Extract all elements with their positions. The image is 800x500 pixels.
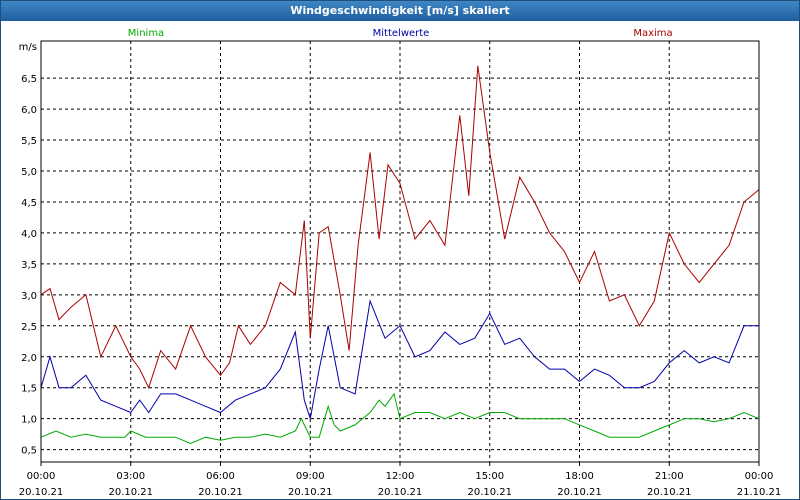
x-tick-date: 20.10.21 — [647, 487, 692, 498]
x-tick-date: 20.10.21 — [108, 487, 153, 498]
x-tick-time: 21:00 — [655, 471, 684, 482]
y-tick-label: 3,5 — [21, 260, 37, 271]
grid — [41, 41, 759, 462]
legend-mittelwerte: Mittelwerte — [373, 28, 430, 39]
line-chart: 0,5 1,0 1,5 2,0 2,5 3,0 3,5 4,0 4,5 5,0 5,5 6,0 6,5 0… — [19, 28, 782, 498]
legend: Minima Mittelwerte Maxima — [128, 28, 673, 39]
y-tick-label: 4,0 — [21, 229, 37, 240]
x-tick-time: 15:00 — [475, 471, 504, 482]
y-tick-label: 6,5 — [21, 74, 37, 85]
x-tick-time: 00:00 — [27, 471, 56, 482]
y-tick-label: 1,5 — [21, 384, 37, 395]
y-tick-label: 4,5 — [21, 198, 37, 209]
x-tick-date: 20.10.21 — [378, 487, 423, 498]
y-tick-label: 5,0 — [21, 167, 37, 178]
x-tick-date: 20.10.21 — [19, 487, 64, 498]
x-tick-time: 18:00 — [565, 471, 594, 482]
x-tick-time: 03:00 — [116, 471, 145, 482]
legend-minima: Minima — [128, 28, 164, 39]
x-tick-date: 20.10.21 — [288, 487, 333, 498]
y-tick-label: 6,0 — [21, 105, 37, 116]
x-tick-time: 00:00 — [745, 471, 774, 482]
x-tick-time: 12:00 — [386, 471, 415, 482]
y-tick-label: 2,5 — [21, 322, 37, 333]
x-tick-date: 21.10.21 — [737, 487, 782, 498]
x-tick-time: 06:00 — [206, 471, 235, 482]
y-tick-label: 3,0 — [21, 291, 37, 302]
x-tick-date: 20.10.21 — [198, 487, 243, 498]
legend-maxima: Maxima — [633, 28, 672, 39]
series-group — [40, 65, 760, 444]
x-tick-time: 09:00 — [296, 471, 325, 482]
y-axis-label: m/s — [19, 42, 37, 53]
y-tick-label: 5,5 — [21, 136, 37, 147]
chart-window: Windgeschwindigkeit [m/s] skaliert 0,5 1,… — [0, 0, 800, 500]
x-tick-date: 20.10.21 — [557, 487, 602, 498]
y-tick-label: 2,0 — [21, 353, 37, 364]
x-tick-date: 20.10.21 — [467, 487, 512, 498]
y-tick-label: 1,0 — [21, 415, 37, 426]
y-tick-label: 0,5 — [21, 446, 37, 457]
